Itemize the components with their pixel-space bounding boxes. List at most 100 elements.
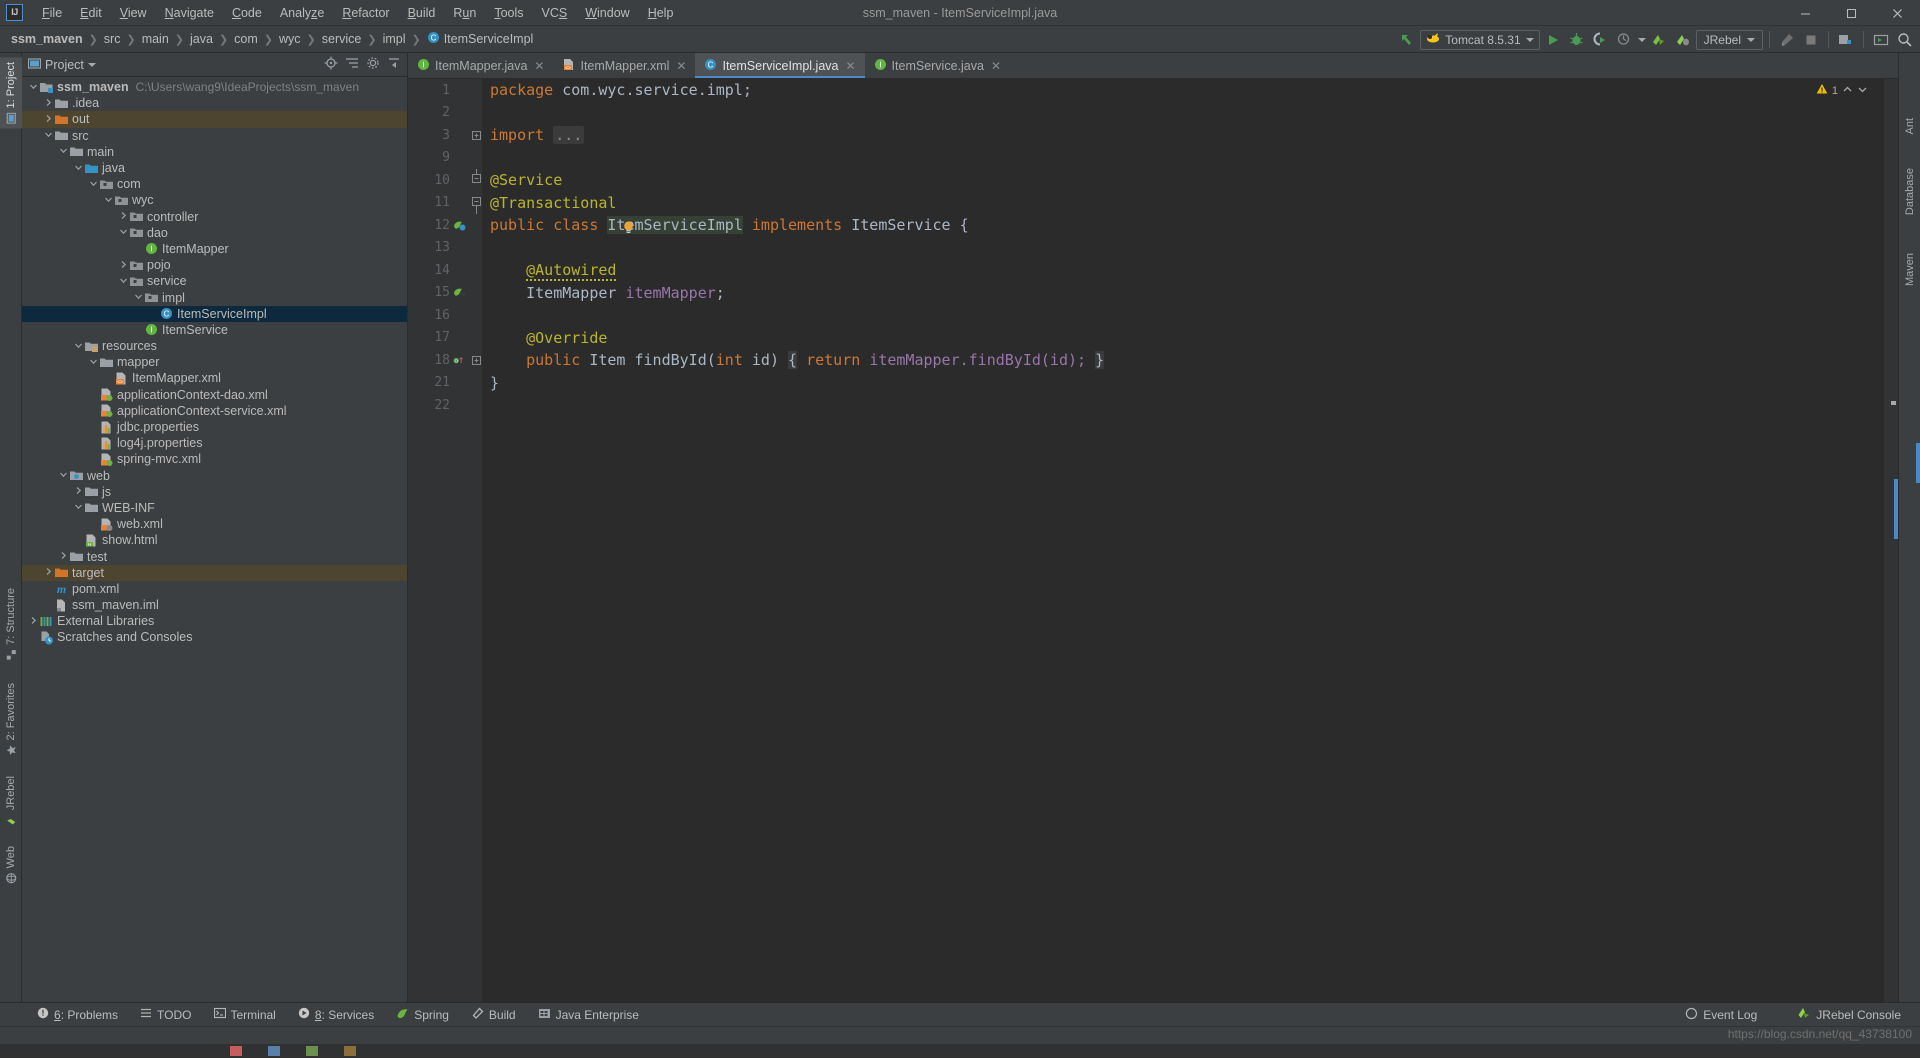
stop-button[interactable] — [1800, 29, 1822, 51]
next-error-icon[interactable] — [1857, 84, 1868, 98]
prev-error-icon[interactable] — [1842, 84, 1853, 98]
menu-help[interactable]: Help — [639, 3, 683, 23]
layout-button[interactable] — [1870, 29, 1892, 51]
chevron-down-icon[interactable] — [1525, 37, 1534, 42]
menu-build[interactable]: Build — [399, 3, 445, 23]
tree-node-web-xml[interactable]: web.xml — [22, 516, 407, 532]
status-item-java-enterprise[interactable]: Java Enterprise — [527, 1007, 650, 1023]
tree-node-ssm-maven-iml[interactable]: ssm_maven.iml — [22, 597, 407, 613]
tree-node-spring-mvc-xml[interactable]: spring-mvc.xml — [22, 451, 407, 467]
menu-code[interactable]: Code — [223, 3, 271, 23]
breadcrumb-item-main[interactable]: main — [139, 30, 172, 48]
coverage-button[interactable] — [1590, 29, 1612, 51]
taskbar-item[interactable] — [230, 1046, 242, 1056]
chevron-right-icon[interactable] — [73, 486, 84, 497]
breadcrumb-item-src[interactable]: src — [101, 30, 124, 48]
menu-navigate[interactable]: Navigate — [156, 3, 223, 23]
tree-node-itemservice[interactable]: I ItemService — [22, 322, 407, 338]
chevron-down-icon[interactable] — [58, 470, 69, 481]
run-configuration-selector[interactable]: Tomcat 8.5.31 — [1420, 29, 1540, 50]
chevron-right-icon[interactable] — [43, 114, 54, 125]
taskbar-item[interactable] — [344, 1046, 356, 1056]
taskbar-item[interactable] — [306, 1046, 318, 1056]
chevron-down-icon[interactable] — [1747, 37, 1755, 42]
tree-node-controller[interactable]: controller — [22, 209, 407, 225]
sidebar-item-favorites[interactable]: 2: Favorites — [0, 678, 22, 760]
breadcrumb-item-impl[interactable]: impl — [380, 30, 409, 48]
tree-node-test[interactable]: test — [22, 548, 407, 564]
taskbar-item[interactable] — [268, 1046, 280, 1056]
gutter-line-18[interactable]: 18 O — [408, 349, 470, 372]
status-item-terminal[interactable]: Terminal — [203, 1007, 287, 1022]
tree-node-resources[interactable]: resources — [22, 338, 407, 354]
override-icon[interactable]: O — [453, 354, 466, 367]
chevron-down-icon[interactable] — [58, 146, 69, 157]
run-button[interactable] — [1542, 29, 1564, 51]
chevron-down-icon[interactable] — [133, 292, 144, 303]
tree-node-scratches-and-consoles[interactable]: Scratches and Consoles — [22, 629, 407, 645]
breadcrumb-item-wyc[interactable]: wyc — [276, 30, 304, 48]
status-item-services[interactable]: 8: Services — [287, 1007, 385, 1022]
status-item-event-log[interactable]: Event Log — [1674, 1007, 1768, 1023]
menu-run[interactable]: Run — [444, 3, 485, 23]
tree-node-com[interactable]: com — [22, 176, 407, 192]
tree-node-itemmapper-xml[interactable]: <> ItemMapper.xml — [22, 370, 407, 386]
tree-node-applicationcontext-dao-xml[interactable]: applicationContext-dao.xml — [22, 387, 407, 403]
gutter-line-14[interactable]: 14 — [408, 259, 470, 282]
chevron-down-icon[interactable] — [103, 195, 114, 206]
jrebel-debug-button[interactable] — [1672, 29, 1694, 51]
minimize-button[interactable] — [1782, 0, 1828, 26]
close-icon[interactable]: ✕ — [534, 59, 544, 73]
gutter-line-1[interactable]: 1 — [408, 79, 470, 102]
gutter-line-12[interactable]: 12 — [408, 214, 470, 237]
breadcrumb-item-service[interactable]: service — [319, 30, 365, 48]
error-stripe-gutter[interactable] — [1884, 79, 1898, 1002]
maximize-button[interactable] — [1828, 0, 1874, 26]
status-item-todo[interactable]: TODO — [129, 1007, 202, 1022]
code-folding-gutter[interactable] — [470, 79, 482, 1002]
sidebar-item-jrebel[interactable]: JRebel — [0, 771, 22, 830]
tree-node-java[interactable]: java — [22, 160, 407, 176]
fold-marker-11[interactable] — [470, 192, 482, 215]
folded-imports[interactable]: ... — [553, 126, 585, 144]
sidebar-item-maven[interactable]: Maven — [1899, 248, 1920, 291]
chevron-down-icon[interactable] — [73, 502, 84, 513]
project-tree[interactable]: ssm_maven C:\Users\wang9\IdeaProjects\ssm… — [22, 77, 407, 1002]
chevron-down-icon[interactable] — [118, 276, 129, 287]
gutter-line-9[interactable]: 9 — [408, 147, 470, 170]
target-icon[interactable] — [324, 56, 338, 73]
tree-node-impl[interactable]: impl — [22, 289, 407, 305]
tab-itemserviceimpl-java[interactable]: C ItemServiceImpl.java ✕ — [695, 53, 865, 78]
tree-node-external-libraries[interactable]: External Libraries — [22, 613, 407, 629]
tree-node-applicationcontext-service-xml[interactable]: applicationContext-service.xml — [22, 403, 407, 419]
chevron-right-icon[interactable] — [118, 260, 129, 271]
sidebar-item-database[interactable]: Database — [1899, 163, 1920, 220]
sidebar-item-project[interactable]: 1: Project — [0, 57, 22, 129]
gutter-line-3[interactable]: 3 — [408, 124, 470, 147]
status-item-spring[interactable]: Spring — [385, 1007, 460, 1023]
menu-analyze[interactable]: Analyze — [271, 3, 333, 23]
profile-button[interactable] — [1614, 29, 1636, 51]
tree-node-ssm-maven[interactable]: ssm_maven C:\Users\wang9\IdeaProjects\ssm… — [22, 79, 407, 95]
tree-node-service[interactable]: service — [22, 273, 407, 289]
gutter-line-17[interactable]: 17 — [408, 327, 470, 350]
tree-node-log4j-properties[interactable]: log4j.properties — [22, 435, 407, 451]
tab-itemmapper-xml[interactable]: <> ItemMapper.xml ✕ — [553, 53, 695, 78]
breadcrumb-item-class[interactable]: C ItemServiceImpl — [424, 29, 537, 49]
chevron-right-icon[interactable] — [28, 616, 39, 627]
tree-node-js[interactable]: js — [22, 484, 407, 500]
gutter-line-11[interactable]: 11 — [408, 192, 470, 215]
tree-node-jdbc-properties[interactable]: jdbc.properties — [22, 419, 407, 435]
fold-marker-3[interactable] — [470, 124, 482, 147]
breadcrumb-item-com[interactable]: com — [231, 30, 261, 48]
chevron-down-icon[interactable] — [73, 341, 84, 352]
gutter-line-22[interactable]: 22 — [408, 394, 470, 417]
intention-bulb-icon[interactable] — [496, 197, 635, 265]
back-arrow-icon[interactable] — [1396, 29, 1418, 51]
code-content[interactable]: package com.wyc.service.impl; import ...… — [482, 79, 1884, 1002]
chevron-down-icon[interactable] — [28, 82, 39, 93]
tree-node-mapper[interactable]: mapper — [22, 354, 407, 370]
tree-node-itemserviceimpl[interactable]: C ItemServiceImpl — [22, 305, 407, 322]
chevron-right-icon[interactable] — [58, 551, 69, 562]
sidebar-item-web[interactable]: Web — [0, 841, 22, 888]
